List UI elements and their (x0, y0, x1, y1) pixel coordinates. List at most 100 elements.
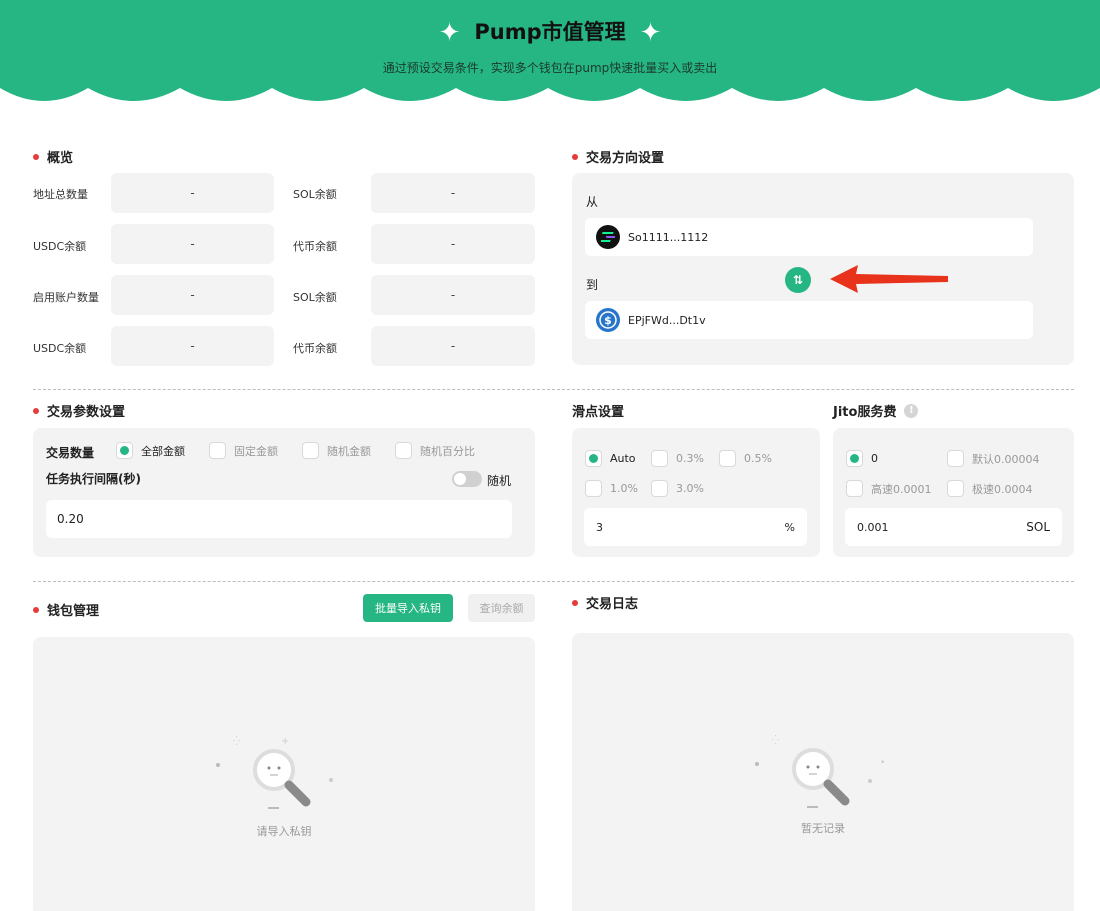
overview-label: SOL余额 (293, 188, 337, 201)
random-interval-toggle[interactable] (452, 471, 482, 487)
radio-box (651, 480, 668, 497)
direction-title-text: 交易方向设置 (586, 151, 665, 166)
slippage-unit: % (784, 520, 795, 534)
query-balance-button[interactable]: 查询余额 (468, 594, 535, 622)
jito-fee-input[interactable]: 0.001 SOL (845, 508, 1062, 546)
swap-direction-button[interactable]: ⇅ (785, 267, 811, 293)
overview-label: USDC余额 (33, 342, 87, 355)
red-arrow-annotation (830, 265, 948, 293)
empty-search-icon: + ⁛ (216, 736, 333, 809)
direction-panel: 从 So1111...1112 到 $ EPjFWd...Dt1v (572, 173, 1074, 365)
overview-title-text: 概览 (47, 151, 74, 166)
slippage-option-0-5[interactable]: 0.5% (719, 450, 772, 467)
empty-search-icon: • ⁛ (755, 735, 885, 808)
wallet-list-panel: + ⁛ 请导入私钥 (33, 637, 535, 911)
section-dot (33, 407, 39, 414)
option-label: 默认0.00004 (972, 452, 1040, 466)
params-title-text: 交易参数设置 (47, 405, 126, 420)
option-label: 0.3% (676, 452, 704, 465)
jito-section-title: Jito服务费! (833, 401, 919, 420)
wallet-empty-text: 请导入私钥 (256, 825, 312, 838)
overview-value: - (371, 275, 535, 315)
radio-box (846, 450, 863, 467)
swap-icon: ⇅ (792, 273, 804, 287)
option-label: 极速0.0004 (972, 482, 1033, 496)
to-label: 到 (586, 278, 599, 292)
header-banner: ✦ Pump市值管理 ✦ 通过预设交易条件，实现多个钱包在pump快速批量买入或卖出 (0, 0, 1100, 115)
log-section-title: 交易日志 (572, 593, 638, 612)
slippage-option-auto[interactable]: Auto (585, 450, 636, 467)
direction-section-title: 交易方向设置 (572, 147, 664, 166)
radio-box (585, 480, 602, 497)
log-title-text: 交易日志 (586, 597, 639, 612)
wallet-title-text: 钱包管理 (47, 604, 100, 619)
page-title-text: Pump市值管理 (474, 20, 626, 44)
svg-text:•: • (880, 758, 885, 768)
slippage-option-0-3[interactable]: 0.3% (651, 450, 704, 467)
overview-value: - (371, 326, 535, 366)
amount-option-fixed[interactable]: 固定金额 (209, 442, 278, 459)
option-label: 随机金额 (327, 444, 371, 458)
svg-text:+: + (281, 736, 289, 747)
radio-box (947, 480, 964, 497)
overview-value: - (371, 224, 535, 264)
option-label: 1.0% (610, 482, 638, 495)
jito-option-turbo[interactable]: 极速0.0004 (947, 480, 1033, 497)
sparkle-icon: ✦ (438, 18, 461, 48)
radio-box (302, 442, 319, 459)
section-dot (33, 153, 39, 160)
overview-section-title: 概览 (33, 147, 73, 166)
jito-fee-value: 0.001 (857, 520, 889, 534)
jito-option-fast[interactable]: 高速0.0001 (846, 480, 932, 497)
interval-input[interactable]: 0.20 (46, 500, 512, 538)
option-label: 固定金额 (234, 444, 278, 458)
radio-box (947, 450, 964, 467)
amount-option-all[interactable]: 全部金额 (116, 442, 185, 459)
amount-option-random[interactable]: 随机金额 (302, 442, 371, 459)
slippage-value: 3 (596, 520, 603, 534)
jito-title-text: Jito服务费 (833, 405, 897, 420)
import-keys-button[interactable]: 批量导入私钥 (363, 594, 453, 622)
overview-label: 代币余额 (293, 342, 337, 355)
amount-label: 交易数量 (46, 446, 95, 460)
option-label: 高速0.0001 (871, 482, 932, 496)
slippage-input[interactable]: 3 % (584, 508, 807, 546)
jito-option-0[interactable]: 0 (846, 450, 878, 467)
option-label: Auto (610, 452, 636, 465)
page-title: ✦ Pump市值管理 ✦ (0, 16, 1100, 48)
amount-option-random-percent[interactable]: 随机百分比 (395, 442, 475, 459)
slippage-section-title: 滑点设置 (572, 401, 624, 420)
sparkle-icon: ✦ (639, 18, 662, 48)
log-panel: • ⁛ 暂无记录 (572, 633, 1074, 911)
overview-value: - (111, 224, 274, 264)
option-label: 3.0% (676, 482, 704, 495)
radio-box (585, 450, 602, 467)
slippage-option-1-0[interactable]: 1.0% (585, 480, 638, 497)
to-token-address: EPjFWd...Dt1v (628, 313, 706, 327)
option-label: 0.5% (744, 452, 772, 465)
overview-value: - (371, 173, 535, 213)
wallet-section-title: 钱包管理 (33, 600, 99, 619)
jito-fee-unit: SOL (1026, 520, 1050, 534)
overview-label: 启用账户数量 (33, 291, 99, 304)
radio-box (651, 450, 668, 467)
slippage-option-3-0[interactable]: 3.0% (651, 480, 704, 497)
random-toggle-label: 随机 (487, 474, 512, 488)
radio-box (719, 450, 736, 467)
info-icon[interactable]: ! (904, 403, 919, 418)
option-label: 0 (871, 452, 878, 465)
overview-value: - (111, 326, 274, 366)
to-token-select[interactable]: $ EPjFWd...Dt1v (585, 301, 1033, 339)
section-dot (572, 599, 578, 606)
jito-option-default[interactable]: 默认0.00004 (947, 450, 1040, 467)
interval-label: 任务执行间隔(秒) (46, 472, 141, 486)
option-label: 随机百分比 (420, 444, 475, 458)
from-label: 从 (586, 195, 599, 209)
overview-value: - (111, 275, 274, 315)
radio-box (209, 442, 226, 459)
from-token-address: So1111...1112 (628, 230, 709, 244)
log-empty-text: 暂无记录 (801, 822, 845, 835)
from-token-select[interactable]: So1111...1112 (585, 218, 1033, 256)
section-dot (572, 153, 578, 160)
overview-value: - (111, 173, 274, 213)
